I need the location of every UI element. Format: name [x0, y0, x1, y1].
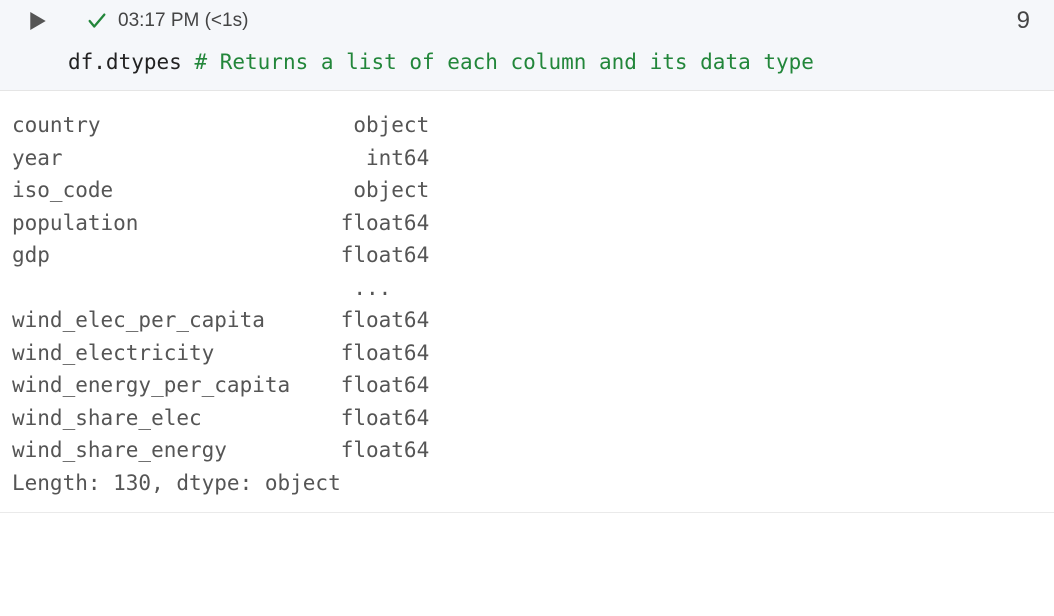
output-text: country object year int64 iso_code objec…	[12, 109, 1042, 500]
execution-timestamp: 03:17 PM (<1s)	[118, 10, 248, 32]
code-input[interactable]: df.dtypes # Returns a list of each colum…	[0, 42, 1054, 91]
cell-output: country object year int64 iso_code objec…	[0, 91, 1054, 513]
code-expression: df.dtypes	[68, 50, 194, 74]
success-check-icon	[86, 10, 108, 32]
run-icon[interactable]	[30, 12, 46, 30]
cell-header: 03:17 PM (<1s) 9	[0, 0, 1054, 42]
code-comment: # Returns a list of each column and its …	[194, 50, 814, 74]
execution-count: 9	[1017, 7, 1030, 35]
